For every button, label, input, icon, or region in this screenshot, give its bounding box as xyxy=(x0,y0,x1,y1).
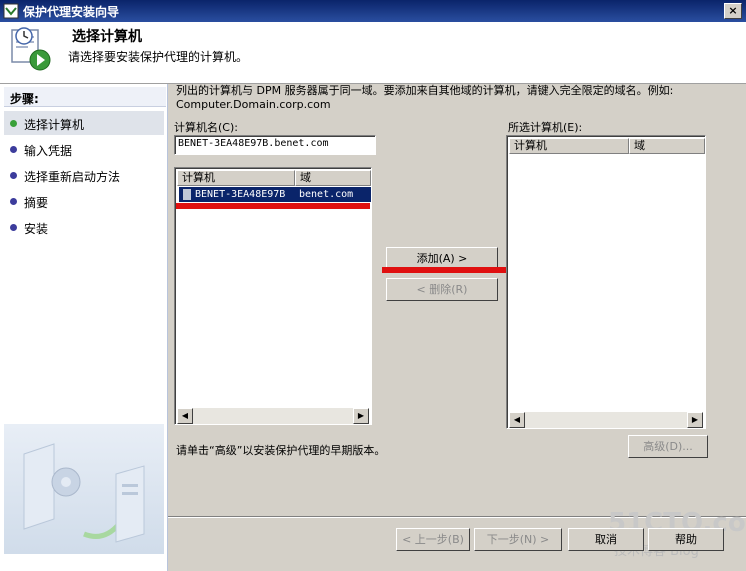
computer-server-watermark-icon xyxy=(4,424,164,554)
step-bullet-icon xyxy=(10,224,17,231)
step-summary: 摘要 xyxy=(4,189,164,213)
step-install: 安装 xyxy=(4,215,164,239)
app-icon xyxy=(3,3,19,19)
computer-name-label: 计算机名(C): xyxy=(174,121,238,134)
step-restart-method: 选择重新启动方法 xyxy=(4,163,164,187)
step-label: 输入凭据 xyxy=(24,144,73,158)
horizontal-scrollbar[interactable]: ◀ ▶ xyxy=(509,412,703,428)
step-label: 选择计算机 xyxy=(24,118,85,132)
scroll-right-icon[interactable]: ▶ xyxy=(353,408,369,424)
wizard-clock-icon xyxy=(11,27,51,71)
step-bullet-icon xyxy=(10,146,17,153)
row-domain-cell: benet.com xyxy=(299,189,354,200)
back-button[interactable]: < 上一步(B) xyxy=(396,528,470,551)
selected-computers-list[interactable]: 计算机 域 ◀ ▶ xyxy=(506,135,706,429)
red-annotation-underline xyxy=(176,203,370,209)
step-credentials: 输入凭据 xyxy=(4,137,164,161)
step-label: 安装 xyxy=(24,222,49,236)
advanced-button[interactable]: 高级(D)... xyxy=(628,435,708,458)
step-label: 选择重新启动方法 xyxy=(24,170,121,184)
description-text: 列出的计算机与 DPM 服务器属于同一域。要添加来自其他域的计算机，请键入完全限… xyxy=(176,84,674,111)
wizard-header: 选择计算机 请选择要安装保护代理的计算机。 xyxy=(0,22,746,84)
step-label: 摘要 xyxy=(24,196,49,210)
horizontal-scrollbar[interactable]: ◀ ▶ xyxy=(177,408,369,424)
remove-button[interactable]: < 删除(R) xyxy=(386,278,498,301)
cancel-button[interactable]: 取消 xyxy=(568,528,644,551)
title-bar: 保护代理安装向导 × xyxy=(0,0,746,22)
scroll-left-icon[interactable]: ◀ xyxy=(177,408,193,424)
row-computer-cell: BENET-3EA48E97B xyxy=(195,189,286,200)
page-title: 选择计算机 xyxy=(72,29,142,45)
main-panel: 列出的计算机与 DPM 服务器属于同一域。要添加来自其他域的计算机，请键入完全限… xyxy=(168,84,746,571)
step-bullet-icon xyxy=(10,172,17,179)
step-select-computers: 选择计算机 xyxy=(4,111,164,135)
step-bullet-icon xyxy=(10,198,17,205)
steps-panel: 步骤: 选择计算机 输入凭据 选择重新启动方法 摘要 安装 xyxy=(0,84,168,571)
window-title: 保护代理安装向导 xyxy=(23,5,120,19)
step-bullet-icon xyxy=(10,120,17,127)
page-subtitle: 请选择要安装保护代理的计算机。 xyxy=(68,50,249,64)
help-button[interactable]: 帮助 xyxy=(648,528,724,551)
column-header-domain[interactable]: 域 xyxy=(629,138,705,154)
computer-icon xyxy=(183,189,191,200)
red-annotation-underline xyxy=(382,267,508,273)
close-button[interactable]: × xyxy=(724,3,742,19)
scroll-left-icon[interactable]: ◀ xyxy=(509,412,525,428)
next-button[interactable]: 下一步(N) > xyxy=(474,528,562,551)
advanced-hint-text: 请单击“高级”以安装保护代理的早期版本。 xyxy=(176,444,386,457)
computer-name-input[interactable]: BENET-3EA48E97B.benet.com xyxy=(174,135,376,155)
steps-heading: 步骤: xyxy=(4,87,166,107)
column-header-domain[interactable]: 域 xyxy=(295,170,371,186)
scroll-right-icon[interactable]: ▶ xyxy=(687,412,703,428)
selected-computers-label: 所选计算机(E): xyxy=(508,121,583,134)
column-header-computer[interactable]: 计算机 xyxy=(177,170,295,186)
table-row[interactable]: BENET-3EA48E97B benet.com xyxy=(179,187,371,202)
column-header-computer[interactable]: 计算机 xyxy=(509,138,629,154)
